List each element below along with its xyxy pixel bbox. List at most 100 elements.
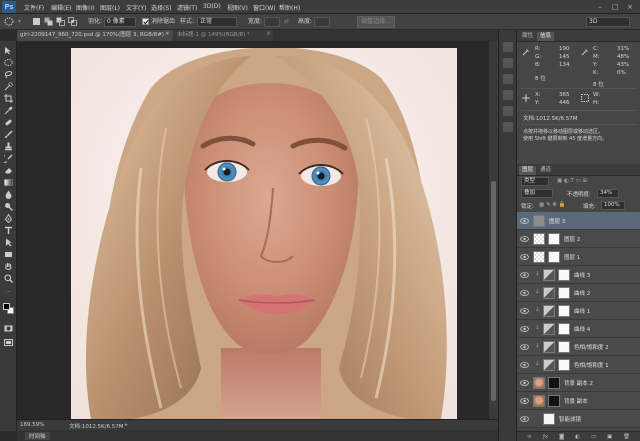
layer-row[interactable]: ↓ 色相/饱和度 2 [517,338,640,356]
layer-name[interactable]: 曲线 1 [574,307,590,315]
minimize-icon[interactable]: – [596,3,604,11]
elliptical-marquee-icon[interactable] [3,57,14,68]
add-mask-icon[interactable]: ◙ [559,434,564,440]
blend-mode-select[interactable]: 叠加 [521,189,553,198]
rectangle-shape-icon[interactable] [3,249,14,260]
quick-select-icon[interactable] [3,81,14,92]
layer-name[interactable]: 背景 副本 2 [564,379,593,387]
history-panel-icon[interactable] [503,42,513,52]
layer-name[interactable]: 图层 2 [564,235,580,243]
vertical-scroll-thumb[interactable] [491,181,496,401]
layer-name[interactable]: 曲线 4 [574,325,590,333]
swatches-panel-icon[interactable] [503,74,513,84]
close-tab-icon[interactable]: × [165,30,170,37]
layer-row[interactable]: 背景 副本 2 [517,374,640,392]
screen-mode-icon[interactable] [3,337,14,348]
tab-properties[interactable]: 属性 [519,32,536,41]
brush-icon[interactable] [3,129,14,140]
layer-name[interactable]: 背景 副本 [564,397,588,405]
adjustment-layer-icon[interactable]: ◐ [575,434,580,440]
swap-icon[interactable]: ⇄ [284,17,289,27]
workspace-select[interactable]: 3D [586,17,630,27]
layer-name[interactable]: 色相/饱和度 2 [574,343,609,351]
foreground-color-swatch[interactable] [3,303,10,310]
add-selection-icon[interactable] [44,17,53,27]
menu-view[interactable]: 视图(V) [227,3,248,12]
close-tab-icon[interactable]: × [266,30,271,37]
document-info[interactable]: 文档:1012.5K/6.57M [69,422,124,430]
menu-3d[interactable]: 3D(D) [203,3,221,10]
new-layer-icon[interactable]: ▣ [607,434,612,440]
tab-girl-psd[interactable]: girl-2209147_960_720.psd @ 170%(图层 3, RG… [17,30,173,41]
layer-mask-thumbnail[interactable] [548,233,560,245]
type-tool-icon[interactable] [3,225,14,236]
layer-kind-filter[interactable]: 类型 [521,177,549,186]
menu-image[interactable]: 图像(I) [76,3,94,12]
link-layers-icon[interactable]: ∞ [527,434,532,440]
layer-row[interactable]: ↓ 曲线 1 [517,302,640,320]
menu-help[interactable]: 帮助(H) [279,3,300,12]
layer-thumbnail[interactable] [543,413,555,425]
tab-info[interactable]: 信息 [537,32,555,41]
layer-name[interactable]: 色相/饱和度 1 [574,361,609,369]
healing-brush-icon[interactable] [3,117,14,128]
layer-mask-thumbnail[interactable] [558,359,570,371]
clone-stamp-icon[interactable] [3,141,14,152]
tab-untitled[interactable]: 未标题-1 @ 149%(RGB/8) * [174,30,273,41]
visibility-eye-icon[interactable] [520,397,529,405]
close-icon[interactable]: × [626,3,634,11]
visibility-eye-icon[interactable] [520,253,529,261]
opacity-input[interactable]: 34% [597,189,619,198]
layer-mask-thumbnail[interactable] [548,377,560,389]
styles-panel-icon[interactable] [503,90,513,100]
tab-channels[interactable]: 通道 [537,166,554,175]
layer-mask-thumbnail[interactable] [558,269,570,281]
lasso-icon[interactable] [3,69,14,80]
layer-name[interactable]: 曲线 3 [574,271,590,279]
pen-icon[interactable] [3,213,14,224]
layer-mask-thumbnail[interactable] [558,323,570,335]
layer-row[interactable]: 智能滤镜 [517,410,640,428]
fx-icon[interactable]: ƒx [543,434,548,440]
visibility-eye-icon[interactable] [520,343,529,351]
menu-type[interactable]: 文字(Y) [126,3,146,12]
maximize-icon[interactable]: □ [611,3,619,11]
layer-mask-thumbnail[interactable] [548,395,560,407]
menu-file[interactable]: 文件(F) [24,3,44,12]
fill-input[interactable]: 100% [601,201,625,210]
style-select[interactable]: 正常 [197,17,237,27]
layer-mask-thumbnail[interactable] [558,305,570,317]
layer-row[interactable]: 图层 1 [517,248,640,266]
zoom-tool-icon[interactable] [3,273,14,284]
layer-thumbnail[interactable] [543,287,555,299]
lock-icons[interactable]: ▦ ✎ ✥ 🔒 [539,202,566,208]
layer-name[interactable]: 图层 1 [564,253,580,261]
status-arrow-icon[interactable]: ▸ [125,422,128,428]
visibility-eye-icon[interactable] [520,217,529,225]
width-input[interactable] [264,17,280,27]
feather-input[interactable]: 0 像素 [104,17,136,27]
visibility-eye-icon[interactable] [520,235,529,243]
menu-window[interactable]: 窗口(W) [253,3,276,12]
layer-thumbnail[interactable] [533,215,545,227]
height-input[interactable] [314,17,330,27]
subtract-selection-icon[interactable] [56,17,65,27]
filter-icons[interactable]: ▣ ◐ T ▭ ⊞ [557,178,587,184]
intersect-selection-icon[interactable] [68,17,77,27]
gradient-icon[interactable] [3,177,14,188]
portrait-photo[interactable] [71,48,457,419]
zoom-level[interactable]: 169.59% [20,422,44,428]
layer-thumbnail[interactable] [543,269,555,281]
layer-row[interactable]: 图层 3 [517,212,640,230]
layer-row[interactable]: ↓ 曲线 4 [517,320,640,338]
character-panel-icon[interactable] [503,122,513,132]
visibility-eye-icon[interactable] [520,289,529,297]
marquee-tool-icon[interactable] [4,17,14,27]
menu-filter[interactable]: 滤镜(T) [177,3,197,12]
visibility-eye-icon[interactable] [520,325,529,333]
layer-thumbnail[interactable] [533,251,545,263]
layer-row[interactable]: ↓ 曲线 2 [517,284,640,302]
color-swatches[interactable] [3,303,15,315]
menu-edit[interactable]: 编辑(E) [51,3,71,12]
layer-thumbnail[interactable] [543,305,555,317]
